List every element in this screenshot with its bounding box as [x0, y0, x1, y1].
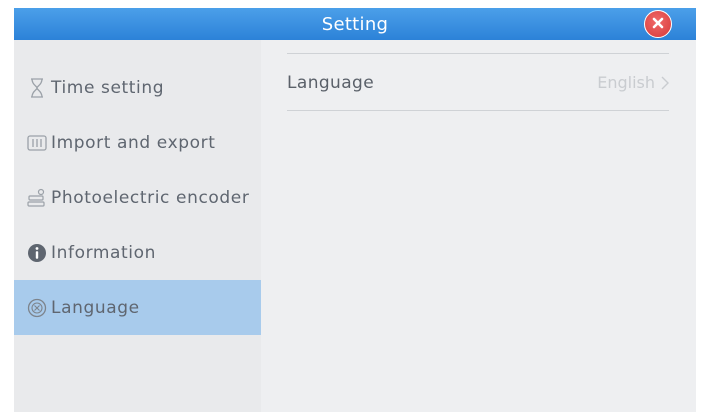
language-row[interactable]: Language English	[287, 55, 669, 111]
info-icon	[26, 242, 48, 264]
language-row-label: Language	[287, 72, 375, 93]
divider	[287, 53, 669, 54]
sidebar-item-label: Information	[51, 242, 157, 263]
import-export-icon	[26, 132, 48, 154]
sidebar-item-import-and-export[interactable]: Import and export	[14, 115, 261, 170]
hourglass-icon	[26, 77, 48, 99]
chevron-right-icon	[661, 76, 669, 90]
encoder-icon	[26, 187, 48, 209]
main-panel: Language English	[261, 40, 696, 412]
sidebar-item-label: Language	[51, 297, 140, 318]
sidebar-item-label: Import and export	[51, 132, 216, 153]
sidebar-item-language[interactable]: Language	[14, 280, 261, 335]
close-button[interactable]	[644, 10, 672, 38]
sidebar-item-time-setting[interactable]: Time setting	[14, 60, 261, 115]
language-icon	[26, 297, 48, 319]
sidebar-item-label: Photoelectric encoder	[51, 187, 250, 208]
language-row-value: English	[597, 73, 655, 92]
window-title: Setting	[321, 13, 389, 35]
language-row-value-group: English	[597, 73, 669, 92]
titlebar: Setting	[14, 8, 696, 40]
settings-window: Setting Time setting Import and export P…	[14, 8, 696, 412]
sidebar-item-information[interactable]: Information	[14, 225, 261, 280]
close-icon	[651, 15, 665, 34]
sidebar-item-label: Time setting	[51, 77, 165, 98]
sidebar-item-photoelectric-encoder[interactable]: Photoelectric encoder	[14, 170, 261, 225]
sidebar: Time setting Import and export Photoelec…	[14, 40, 261, 412]
